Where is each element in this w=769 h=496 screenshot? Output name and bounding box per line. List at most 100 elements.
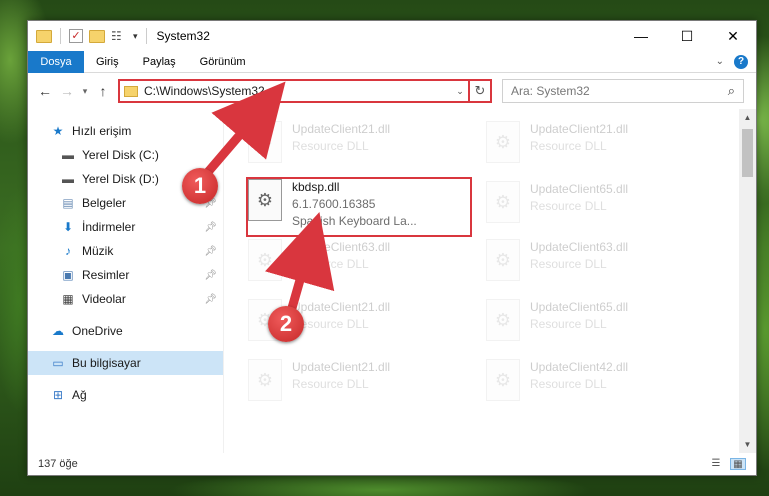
chevron-down-icon[interactable]: ▾ [133,31,138,42]
file-name: UpdateClient65.dll [530,182,629,196]
tab-share[interactable]: Paylaş [131,51,188,73]
file-item[interactable]: ⚙ UpdateClient65.dll Resource DLL [480,293,710,351]
file-explorer-window: ✓ ☷ ▾ System32 — ☐ ✕ Dosya Giriş Paylaş … [27,20,757,476]
search-box[interactable]: Ara: System32 ⌕ [502,79,744,103]
sidebar-item-onedrive[interactable]: ☁ OneDrive [28,319,223,343]
scroll-up-icon[interactable]: ▲ [739,109,756,126]
sidebar-item-network[interactable]: ⊞ Ağ [28,383,223,407]
pictures-icon: ▣ [62,268,74,282]
up-button[interactable]: ↑ [92,83,114,99]
file-desc: Resource DLL [292,317,369,331]
file-name: UpdateClient21.dll [292,360,391,374]
tiles-view-icon[interactable]: ▦ [730,458,746,470]
minimize-button[interactable]: — [618,21,664,51]
tab-file[interactable]: Dosya [28,50,84,73]
sidebar-item-videos[interactable]: ▦ Videolar 📌︎ [28,287,223,311]
gear-icon: ⚙ [486,239,520,281]
ribbon-tabs: Dosya Giriş Paylaş Görünüm ⌄ ? [28,50,756,73]
file-desc: Resource DLL [530,317,607,331]
refresh-button[interactable]: ↻ [470,79,492,103]
sidebar-item-label: OneDrive [72,324,123,338]
pin-icon[interactable]: 📌︎ [204,294,217,305]
divider [60,28,61,44]
tab-home[interactable]: Giriş [84,51,131,73]
search-icon[interactable]: ⌕ [728,83,735,99]
download-icon: ⬇ [62,220,74,234]
step-1-badge: 1 [182,168,218,204]
address-bar[interactable]: C:\Windows\System32 ⌄ [118,79,470,103]
navigation-bar: ← → ▾ ↑ C:\Windows\System32 ⌄ ↻ Ara: Sys… [28,73,756,109]
file-item[interactable]: ⚙ UpdateClient63.dll Resource DLL [242,233,472,291]
details-view-icon[interactable]: ☰ [708,458,724,470]
window-controls: — ☐ ✕ [618,21,756,51]
sidebar-item-pictures[interactable]: ▣ Resimler 📌︎ [28,263,223,287]
video-icon: ▦ [62,292,74,306]
file-item[interactable]: ⚙ UpdateClient63.dll Resource DLL [480,233,710,291]
customize-icon[interactable]: ☷ [111,29,127,43]
help-icon[interactable]: ? [734,54,748,69]
sidebar-item-label: Müzik [82,244,114,258]
file-name: UpdateClient21.dll [530,122,629,136]
file-list: ⚙ UpdateClient21.dll Resource DLL ⚙ Updat… [224,109,739,453]
star-icon: ★ [52,124,64,138]
gear-icon: ⚙ [486,359,520,401]
window-title: System32 [156,29,210,43]
file-name: UpdateClient63.dll [530,240,629,254]
folder-icon [124,85,138,97]
scroll-down-icon[interactable]: ▼ [739,436,756,453]
sidebar-item-label: İndirmeler [82,220,136,234]
file-item[interactable]: ⚙ UpdateClient21.dll Resource DLL [480,115,710,173]
file-item[interactable]: ⚙ UpdateClient65.dll Resource DLL [480,175,710,233]
gear-icon: ⚙ [248,239,282,281]
sidebar-item-downloads[interactable]: ⬇ İndirmeler 📌︎ [28,215,223,239]
address-path[interactable]: C:\Windows\System32 [144,84,452,98]
recent-locations-button[interactable]: ▾ [78,86,92,97]
properties-check-icon[interactable]: ✓ [69,29,83,43]
divider [145,28,147,44]
sidebar-item-label: Ağ [72,388,87,402]
title-bar: ✓ ☷ ▾ System32 — ☐ ✕ [28,21,756,51]
file-item[interactable]: ⚙ UpdateClient21.dll Resource DLL [242,353,472,411]
search-input[interactable]: Ara: System32 [511,84,728,98]
file-desc: Resource DLL [530,257,607,271]
pin-icon[interactable]: 📌︎ [204,270,217,281]
view-switcher: ☰ ▦ [708,458,746,470]
file-name: UpdateClient21.dll [292,300,391,314]
sidebar-item-quick-access[interactable]: ★ Hızlı erişim [28,119,223,143]
file-item[interactable]: ⚙ UpdateClient21.dll Resource DLL [242,115,472,173]
gear-icon: ⚙ [248,359,282,401]
tab-view[interactable]: Görünüm [188,51,258,73]
sidebar-item-label: Yerel Disk (C:) [82,148,159,162]
cloud-icon: ☁ [52,324,64,338]
computer-icon: ▭ [52,356,64,370]
highlight-box [246,177,472,237]
address-dropdown-icon[interactable]: ⌄ [452,86,468,97]
file-name: UpdateClient42.dll [530,360,629,374]
file-desc: Resource DLL [530,377,607,391]
sidebar-item-label: Hızlı erişim [72,124,132,138]
sidebar-item-this-pc[interactable]: ▭ Bu bilgisayar [28,351,223,375]
network-icon: ⊞ [52,388,64,402]
sidebar-item-local-disk-c[interactable]: ▬ Yerel Disk (C:) [28,143,223,167]
sidebar-item-label: Bu bilgisayar [72,356,141,370]
documents-icon: ▤ [62,196,74,210]
sidebar-item-label: Yerel Disk (D:) [82,172,159,186]
maximize-button[interactable]: ☐ [664,21,710,51]
back-button[interactable]: ← [34,83,56,99]
drive-icon: ▬ [62,172,74,186]
gear-icon: ⚙ [486,299,520,341]
new-folder-icon[interactable] [89,29,105,43]
item-count: 137 öğe [38,458,78,470]
gear-icon: ⚙ [486,181,520,223]
pin-icon[interactable]: 📌︎ [204,222,217,233]
file-desc: Resource DLL [530,139,607,153]
close-button[interactable]: ✕ [710,21,756,51]
pin-icon[interactable]: 📌︎ [204,246,217,257]
forward-button[interactable]: → [56,83,78,99]
file-item[interactable]: ⚙ UpdateClient42.dll Resource DLL [480,353,710,411]
folder-icon [36,29,52,43]
scroll-thumb[interactable] [742,129,753,177]
sidebar-item-music[interactable]: ♪ Müzik 📌︎ [28,239,223,263]
vertical-scrollbar[interactable]: ▲ ▼ [739,109,756,453]
expand-ribbon-icon[interactable]: ⌄ [716,56,724,67]
